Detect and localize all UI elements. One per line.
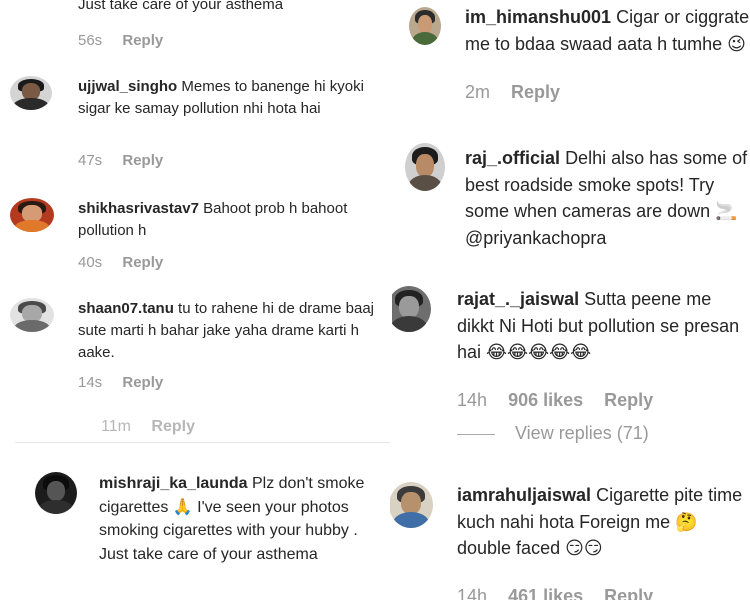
comment-text: shikhasrivastav7 Bahoot prob h bahoot po…: [78, 198, 383, 242]
comment-time: 47s: [78, 152, 103, 169]
comment-time: 56s: [78, 32, 103, 49]
reply-button[interactable]: Reply: [122, 254, 163, 271]
comment-text: shaan07.tanu tu to rahene hi de drame ba…: [78, 298, 383, 365]
comment-username[interactable]: shikhasrivastav7: [78, 200, 199, 217]
avatar[interactable]: [10, 198, 54, 232]
comment-username[interactable]: shaan07.tanu: [78, 300, 174, 317]
comment-fragment-top: Just take care of your asthema 56s Reply: [0, 0, 392, 60]
reply-button[interactable]: Reply: [604, 586, 653, 600]
comment-time: 14s: [78, 374, 103, 391]
avatar[interactable]: [409, 7, 441, 45]
avatar[interactable]: [405, 143, 445, 191]
comments-panel-top-left: Just take care of your asthema 56s Reply…: [0, 0, 392, 410]
comment-meta: 47s Reply: [78, 152, 179, 169]
comment-shikhasrivastav7: shikhasrivastav7 Bahoot prob h bahoot po…: [0, 192, 392, 282]
comment-text: ujjwal_singho Memes to banenge hi kyoki …: [78, 76, 383, 120]
comments-panel-right: im_himanshu001 Cigar or ciggrate me to b…: [385, 0, 750, 600]
comment-meta: 14s Reply: [78, 374, 179, 391]
likes-count[interactable]: 461 likes: [508, 586, 583, 600]
reply-button[interactable]: Reply: [122, 32, 163, 49]
view-replies-line: [457, 433, 495, 435]
comment-text: im_himanshu001 Cigar or ciggrate me to b…: [465, 4, 750, 57]
comment-meta: 56s Reply: [78, 32, 179, 49]
avatar[interactable]: [35, 472, 77, 514]
comment-meta: 14h 906 likes Reply: [457, 390, 669, 411]
comment-mishraji-ka-launda: mishraji_ka_launda Plz don't smoke cigar…: [15, 468, 390, 600]
comment-raj-official: raj_.official Delhi also has some of bes…: [385, 135, 750, 260]
comment-username[interactable]: im_himanshu001: [465, 7, 611, 27]
comments-panel-bottom-left: 11m Reply mishraji_ka_launda Plz don't s…: [15, 420, 390, 600]
comment-text: raj_.official Delhi also has some of bes…: [465, 145, 750, 252]
comment-time: 40s: [78, 254, 103, 271]
comment-text: rajat_._jaiswal Sutta peene me dikkt Ni …: [457, 286, 747, 366]
view-replies[interactable]: View replies (71): [457, 423, 649, 444]
comment-rajat-jaiswal: rajat_._jaiswal Sutta peene me dikkt Ni …: [385, 270, 750, 450]
reply-button[interactable]: Reply: [122, 374, 163, 391]
comment-time: 14h: [457, 586, 488, 600]
reply-button[interactable]: Reply: [511, 82, 560, 103]
reply-button[interactable]: Reply: [604, 390, 653, 411]
cut-comment-meta: 11m Reply: [101, 420, 211, 436]
view-replies-label[interactable]: View replies (71): [515, 423, 649, 443]
avatar[interactable]: [10, 298, 54, 332]
comment-meta: 2m Reply: [465, 82, 576, 103]
comment-username[interactable]: mishraji_ka_launda: [99, 475, 248, 492]
reply-button[interactable]: Reply: [151, 420, 195, 436]
comment-body: Just take care of your asthema: [78, 0, 284, 13]
avatar[interactable]: [387, 286, 431, 332]
comment-text: iamrahuljaiswal Cigarette pite time kuch…: [457, 482, 749, 562]
comment-time: 14h: [457, 390, 488, 410]
comment-shaan07-tanu: shaan07.tanu tu to rahene hi de drame ba…: [0, 292, 392, 410]
comment-username[interactable]: ujjwal_singho: [78, 78, 177, 95]
comment-ujjwal-singho: ujjwal_singho Memes to banenge hi kyoki …: [0, 70, 392, 180]
comment-time: 2m: [465, 82, 491, 102]
likes-count[interactable]: 906 likes: [508, 390, 583, 411]
avatar[interactable]: [10, 76, 52, 110]
comment-username[interactable]: raj_.official: [465, 148, 560, 168]
divider: [15, 442, 390, 443]
comment-meta: 40s Reply: [78, 254, 179, 271]
comment-meta: 14h 461 likes Reply: [457, 586, 669, 600]
comment-im-himanshu001: im_himanshu001 Cigar or ciggrate me to b…: [385, 0, 750, 120]
comment-time: 11m: [101, 420, 131, 435]
comment-text: mishraji_ka_launda Plz don't smoke cigar…: [99, 472, 389, 567]
reply-button[interactable]: Reply: [122, 152, 163, 169]
comment-username[interactable]: iamrahuljaiswal: [457, 485, 591, 505]
comment-username[interactable]: rajat_._jaiswal: [457, 289, 579, 309]
avatar[interactable]: [389, 482, 433, 528]
comment-iamrahuljaiswal: iamrahuljaiswal Cigarette pite time kuch…: [385, 470, 750, 600]
